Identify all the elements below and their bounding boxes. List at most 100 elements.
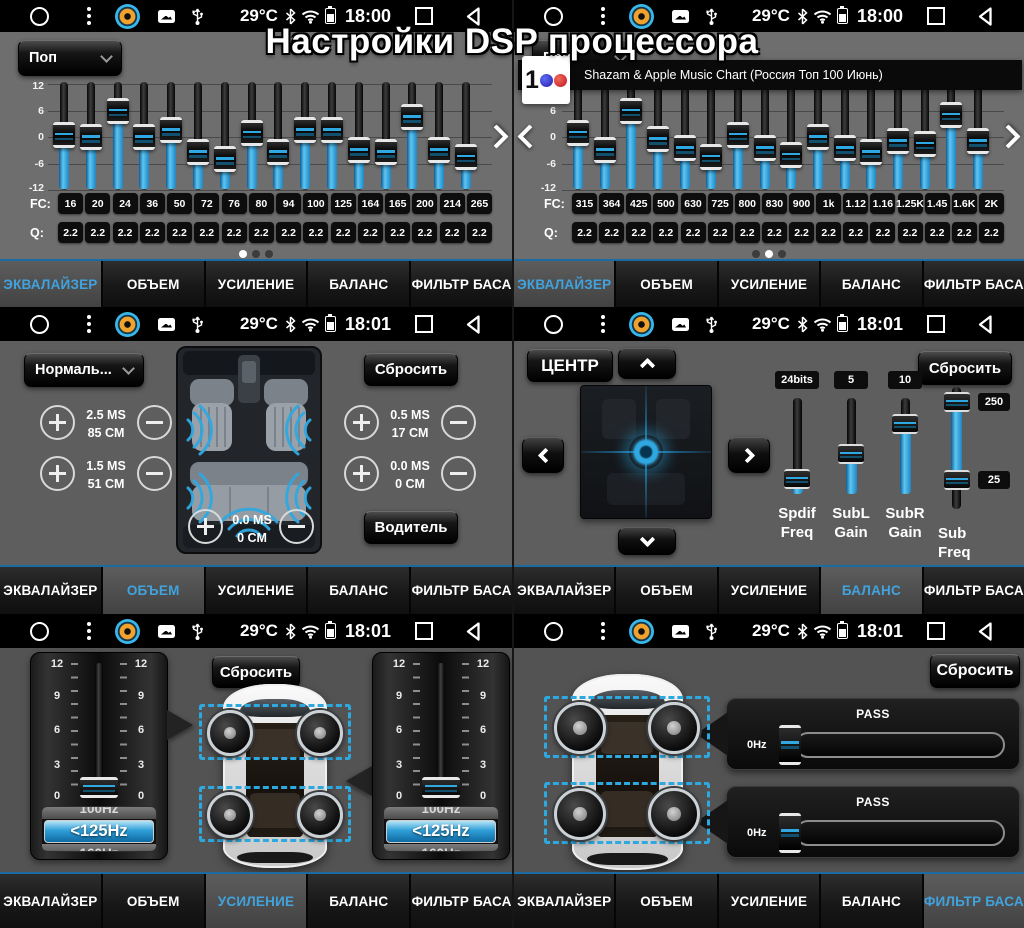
q-value-badge[interactable]: 2.2 [167,222,192,243]
page-dots[interactable] [0,250,512,258]
tab[interactable]: ФИЛЬТР БАСА [924,567,1024,614]
fc-value-badge[interactable]: 165 [385,193,410,214]
slider-thumb[interactable] [647,126,669,152]
fc-value-badge[interactable]: 1k [816,193,841,214]
slider-thumb[interactable] [700,144,722,170]
back-button[interactable] [463,6,484,27]
slider-thumb[interactable] [727,122,749,148]
slider-thumb[interactable] [594,137,616,163]
menu-dots-icon[interactable] [601,315,605,333]
balance-pad[interactable] [580,385,712,519]
fc-value-badge[interactable]: 24 [113,193,138,214]
q-value-badge[interactable]: 2.2 [572,222,597,243]
eq-band-slider[interactable] [52,84,76,190]
front-right-speaker-icon[interactable] [648,702,700,754]
slider-track[interactable] [795,732,1005,758]
crossover-freq-picker[interactable]: 100Hz <125Hz 160Hz [41,806,157,852]
tab[interactable]: ФИЛЬТР БАСА [924,874,1024,928]
home-circle-button[interactable] [544,622,563,641]
tab[interactable]: ЭКВАЛАЙЗЕР [514,261,616,307]
recents-button[interactable] [927,315,945,333]
slider-thumb[interactable] [914,131,936,157]
fader-thumb[interactable] [422,777,460,798]
slider-thumb[interactable] [455,144,477,170]
reset-button[interactable]: Сбросить [364,353,458,386]
rear-left-delay-minus-button[interactable] [137,456,172,491]
rear-right-delay-plus-button[interactable] [344,456,379,491]
fc-value-badge[interactable]: 500 [653,193,678,214]
sub-freq-slider[interactable]: 250 25 [938,387,1014,509]
center-button[interactable]: ЦЕНТР [527,349,613,382]
eq-band-slider[interactable] [966,84,990,190]
back-button[interactable] [975,621,996,642]
eq-band-slider[interactable] [454,84,478,190]
tab[interactable]: ОБЪЕМ [103,874,206,928]
slider-track[interactable] [793,398,802,492]
slider-thumb[interactable] [838,444,864,464]
slider-thumb[interactable] [784,469,810,489]
front-left-speaker-icon[interactable] [207,710,253,756]
balance-up-button[interactable] [618,348,676,379]
eq-band-slider[interactable] [593,84,617,190]
fc-value-badge[interactable]: 1.12 [843,193,868,214]
gallery-icon[interactable] [158,318,175,331]
eq-band-slider[interactable] [79,84,103,190]
slider-thumb[interactable] [887,128,909,154]
tab[interactable]: БАЛАНС [821,874,923,928]
slider-thumb[interactable] [967,128,989,154]
tab[interactable]: ЭКВАЛАЙЗЕР [0,567,103,614]
fc-value-badge[interactable]: 364 [599,193,624,214]
q-value-badge[interactable]: 2.2 [925,222,950,243]
slider-thumb[interactable] [428,137,450,163]
slider-thumb[interactable] [160,117,182,143]
balance-down-button[interactable] [618,527,676,555]
q-value-badge[interactable]: 2.2 [952,222,977,243]
eq-band-slider[interactable] [833,84,857,190]
page-dots[interactable] [514,250,1024,258]
q-value-badge[interactable]: 2.2 [599,222,624,243]
recents-button[interactable] [927,622,945,640]
fc-value-badge[interactable]: 100 [303,193,328,214]
eq-band-slider[interactable] [673,84,697,190]
eq-band-slider[interactable] [320,84,344,190]
q-value-badge[interactable]: 2.2 [467,222,492,243]
eq-band-slider[interactable] [240,84,264,190]
fc-value-badge[interactable]: 72 [194,193,219,214]
fc-value-badge[interactable]: 265 [467,193,492,214]
recents-button[interactable] [415,7,433,25]
fc-value-badge[interactable]: 214 [440,193,465,214]
sub-freq-max-thumb[interactable] [944,392,970,412]
delay-preset-dropdown[interactable]: Нормаль... [24,353,144,387]
q-value-badge[interactable]: 2.2 [735,222,760,243]
fc-value-badge[interactable]: 1.45 [925,193,950,214]
fc-value-badge[interactable]: 2K [979,193,1004,214]
eq-band-slider[interactable] [646,84,670,190]
eq-band-slider[interactable] [886,84,910,190]
q-value-badge[interactable]: 2.2 [140,222,165,243]
q-value-badge[interactable]: 2.2 [898,222,923,243]
fc-value-badge[interactable]: 164 [358,193,383,214]
recents-button[interactable] [415,315,433,333]
slider-thumb[interactable] [779,725,801,765]
eq-band-slider[interactable] [132,84,156,190]
q-value-badge[interactable]: 2.2 [331,222,356,243]
q-value-badge[interactable]: 2.2 [979,222,1004,243]
eq-preset-dropdown[interactable]: Поп [18,40,122,76]
gallery-icon[interactable] [672,625,689,638]
app-logo-icon[interactable] [629,4,654,29]
slider-thumb[interactable] [80,124,102,150]
q-value-badge[interactable]: 2.2 [249,222,274,243]
eq-band-slider[interactable] [806,84,830,190]
front-right-delay-plus-button[interactable] [344,405,379,440]
menu-dots-icon[interactable] [87,622,91,640]
picker-selected-option[interactable]: <125Hz [386,820,496,843]
slider-thumb[interactable] [267,139,289,165]
menu-dots-icon[interactable] [87,315,91,333]
q-value-badge[interactable]: 2.2 [681,222,706,243]
balance-right-button[interactable] [728,437,770,473]
q-value-badge[interactable]: 2.2 [626,222,651,243]
q-value-badge[interactable]: 2.2 [412,222,437,243]
tab[interactable]: ФИЛЬТР БАСА [924,261,1024,307]
fc-value-badge[interactable]: 800 [735,193,760,214]
tab[interactable]: ФИЛЬТР БАСА [411,261,512,307]
